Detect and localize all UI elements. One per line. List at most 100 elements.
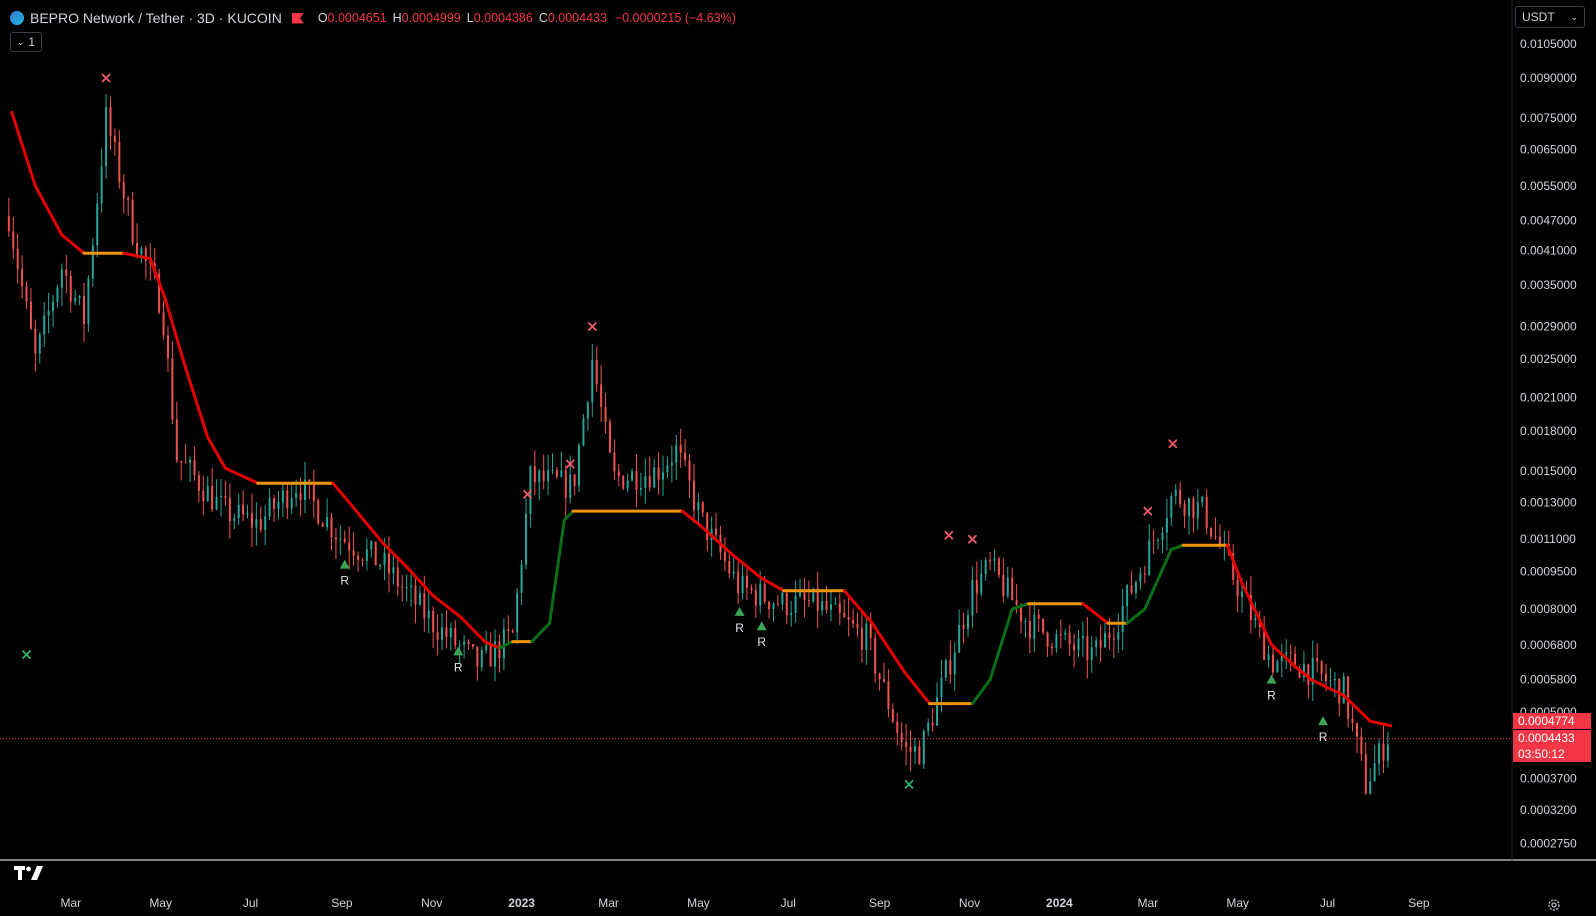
- candle-body: [560, 470, 563, 477]
- trend-line-segment: [497, 640, 515, 650]
- candle-body: [697, 502, 700, 510]
- low-label: L: [466, 11, 474, 25]
- candle-body: [1121, 606, 1124, 632]
- candle-body: [1117, 631, 1120, 640]
- candle-body: [578, 445, 581, 486]
- candle-body: [1369, 781, 1372, 794]
- candle-body: [520, 564, 523, 593]
- candle-body: [1112, 638, 1115, 640]
- trend-line-segment: [903, 670, 932, 706]
- candle-body: [852, 619, 855, 624]
- candle-body: [410, 585, 413, 588]
- reversal-label: R: [1267, 689, 1276, 703]
- candle-body: [1351, 718, 1354, 724]
- indicator-price-tag: 0.0004774: [1513, 713, 1591, 729]
- candle-body: [1064, 632, 1067, 635]
- candle-body: [692, 480, 695, 510]
- candle-body: [622, 476, 625, 489]
- time-tick-label: Mar: [60, 896, 81, 910]
- indicator-value: 0.0004774: [1518, 714, 1575, 728]
- candle-body: [1143, 573, 1146, 576]
- candle-body: [1386, 744, 1389, 761]
- price-tick-label: 0.0013000: [1520, 496, 1577, 510]
- candle-body: [1187, 498, 1190, 516]
- candle-body: [1342, 676, 1345, 704]
- candle-body: [905, 741, 908, 747]
- candle-body: [1285, 652, 1288, 655]
- candle-body: [396, 567, 399, 587]
- time-tick-label: Jul: [1320, 896, 1335, 910]
- candle-body: [874, 637, 877, 674]
- candle-body: [741, 575, 744, 594]
- candle-body: [1214, 536, 1217, 538]
- candle-body: [113, 136, 116, 142]
- price-tick-label: 0.0006800: [1520, 638, 1577, 652]
- candle-body: [1108, 633, 1111, 639]
- price-tick-label: 0.0003200: [1520, 803, 1577, 817]
- trend-line-segment: [970, 678, 992, 706]
- candle-body: [326, 517, 329, 527]
- candle-body: [1161, 532, 1164, 541]
- symbol-title[interactable]: BEPRO Network / Tether · 3D · KUCOIN: [30, 10, 282, 26]
- candle-body: [511, 630, 514, 633]
- candle-body: [1011, 577, 1014, 601]
- candle-body: [1307, 664, 1310, 685]
- candle-body: [1042, 618, 1045, 633]
- candle-body: [1095, 640, 1098, 648]
- symbol-legend[interactable]: BEPRO Network / Tether · 3D · KUCOIN O0.…: [10, 8, 736, 28]
- price-tick-label: 0.0090000: [1520, 71, 1577, 85]
- candle-body: [432, 610, 435, 633]
- trend-line-segment: [331, 481, 354, 508]
- time-tick-label: Sep: [331, 896, 353, 910]
- candle-body: [989, 560, 992, 562]
- candle-body: [887, 681, 890, 710]
- candle-body: [869, 623, 872, 638]
- currency-button[interactable]: USDT ⌄: [1515, 6, 1585, 28]
- candle-body: [480, 650, 483, 667]
- candle-body: [286, 490, 289, 509]
- time-axis[interactable]: Mar May Jul Sep Nov 2023 Mar May Jul Sep Nov 2024 Ma…: [60, 896, 1429, 910]
- candle-body: [913, 745, 916, 752]
- candle-body: [1033, 614, 1036, 639]
- candle-body: [1006, 577, 1009, 597]
- candle-body: [317, 500, 320, 524]
- candle-body: [91, 245, 94, 279]
- candle-body: [1205, 496, 1208, 528]
- candle-body: [74, 298, 77, 302]
- candle-body: [502, 629, 505, 659]
- candle-body: [1170, 495, 1173, 518]
- price-chart[interactable]: RRRRRR 0.01050000.00900000.00750000.0065…: [0, 0, 1596, 916]
- trend-line-segment: [1125, 607, 1147, 625]
- candle-body: [962, 625, 965, 629]
- candle-body: [339, 538, 342, 540]
- candle-body: [918, 745, 921, 765]
- candle-body: [34, 328, 37, 354]
- candle-body: [357, 555, 360, 560]
- candle-body: [365, 549, 368, 562]
- candle-body: [547, 470, 550, 481]
- time-tick-label: May: [687, 896, 710, 910]
- candle-body: [215, 496, 218, 510]
- time-tick-label: Nov: [421, 896, 442, 910]
- candle-body: [524, 513, 527, 565]
- candle-body: [600, 384, 603, 407]
- candle-body: [829, 604, 832, 610]
- flag-icon[interactable]: [291, 12, 304, 24]
- candle-body: [383, 553, 386, 566]
- candle-body: [1090, 647, 1093, 661]
- indicators-toggle-button[interactable]: ⌄ 1: [10, 32, 42, 52]
- candle-body: [118, 141, 121, 182]
- gear-icon[interactable]: [1547, 898, 1561, 912]
- candle-body: [476, 646, 479, 667]
- candle-body: [675, 444, 678, 463]
- candle-body: [715, 528, 718, 536]
- tradingview-logo[interactable]: [14, 866, 44, 880]
- candle-body: [856, 623, 859, 629]
- chevron-down-icon: ⌄: [1570, 11, 1578, 22]
- trend-line-segment: [60, 233, 86, 255]
- trend-line-segment: [988, 607, 1014, 682]
- candle-body: [1134, 581, 1137, 593]
- candle-body: [662, 472, 665, 480]
- buy-cross-marker: [21, 650, 32, 660]
- candle-body: [78, 296, 81, 299]
